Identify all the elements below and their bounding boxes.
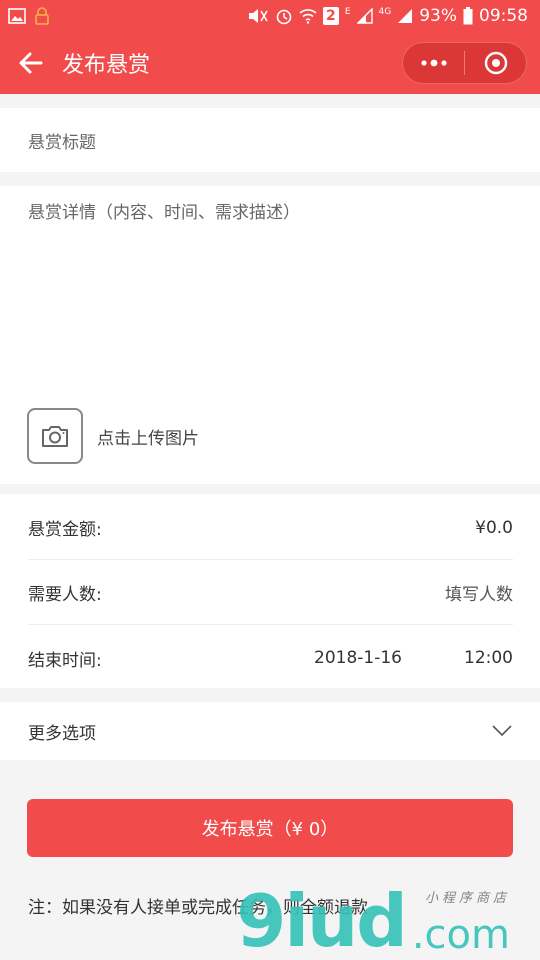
camera-icon bbox=[42, 426, 68, 447]
network-4g-label: 4G bbox=[378, 7, 392, 17]
signal-icon-2 bbox=[397, 8, 413, 24]
mute-icon bbox=[247, 8, 269, 24]
signal-icon-1 bbox=[356, 8, 373, 24]
page-title: 发布悬赏 bbox=[62, 53, 151, 78]
battery-percent: 93% bbox=[419, 6, 457, 26]
people-label: 需要人数: bbox=[28, 585, 102, 605]
close-mini-program-button[interactable] bbox=[465, 43, 526, 83]
end-date-picker[interactable]: 2018-1-16 bbox=[314, 648, 402, 668]
battery-icon bbox=[463, 7, 473, 25]
lock-icon bbox=[34, 7, 50, 25]
people-row: 需要人数: 填写人数 bbox=[28, 561, 513, 625]
wifi-icon bbox=[299, 8, 317, 24]
end-time-picker[interactable]: 12:00 bbox=[464, 648, 513, 668]
title-placeholder: 悬赏标题 bbox=[28, 133, 96, 153]
alarm-icon bbox=[275, 7, 293, 25]
reward-form: 悬赏金额: ¥0.0 需要人数: 填写人数 结束时间: 2018-1-16 12… bbox=[0, 494, 540, 688]
more-menu-button[interactable] bbox=[403, 43, 464, 83]
end-time-row: 结束时间: 2018-1-16 12:00 bbox=[28, 626, 513, 690]
chevron-down-icon bbox=[492, 725, 512, 737]
upload-image-button[interactable]: 点击上传图片 bbox=[27, 408, 199, 464]
detail-placeholder: 悬赏详情（内容、时间、需求描述） bbox=[28, 203, 300, 223]
watermark-logo: 9iud .com 小程序商店 bbox=[236, 885, 510, 957]
end-time-label: 结束时间: bbox=[28, 650, 102, 671]
arrow-left-icon bbox=[19, 52, 43, 74]
sim-badge-icon: 2 bbox=[322, 7, 339, 25]
back-button[interactable] bbox=[0, 32, 62, 94]
camera-icon-box bbox=[27, 408, 83, 464]
detail-section: 悬赏详情（内容、时间、需求描述） 点击上传图片 bbox=[0, 186, 540, 484]
more-options-label: 更多选项 bbox=[28, 723, 96, 744]
amount-row[interactable]: 悬赏金额: ¥0.0 bbox=[28, 496, 513, 560]
gallery-icon bbox=[8, 8, 26, 24]
detail-textarea[interactable]: 悬赏详情（内容、时间、需求描述） bbox=[0, 186, 540, 386]
publish-button[interactable]: 发布悬赏（¥ 0） bbox=[27, 799, 513, 857]
watermark-com: .com bbox=[411, 912, 510, 958]
more-options-toggle[interactable]: 更多选项 bbox=[0, 702, 540, 760]
watermark-big: 9iud bbox=[236, 879, 408, 960]
people-input[interactable]: 填写人数 bbox=[445, 580, 513, 605]
more-dots-icon bbox=[420, 59, 447, 67]
upload-label: 点击上传图片 bbox=[97, 428, 199, 449]
watermark-small: 小程序商店 bbox=[424, 891, 510, 906]
amount-label: 悬赏金额: bbox=[28, 520, 102, 540]
status-bar: 2 E 4G 93% 09:58 bbox=[0, 0, 540, 32]
target-close-icon bbox=[484, 51, 507, 75]
network-e-label: E bbox=[344, 7, 351, 17]
navigation-bar: 发布悬赏 bbox=[0, 32, 540, 94]
amount-value: ¥0.0 bbox=[475, 517, 513, 538]
title-input[interactable]: 悬赏标题 bbox=[0, 108, 540, 172]
mini-program-capsule bbox=[402, 42, 527, 84]
clock: 09:58 bbox=[479, 6, 528, 26]
